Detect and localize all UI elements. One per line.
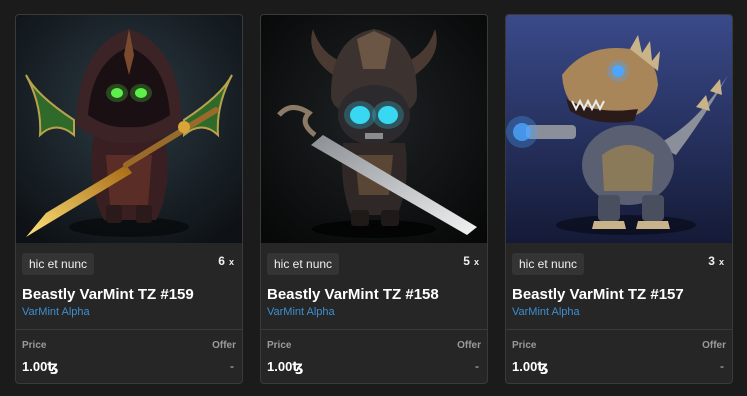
- marketplace-badge[interactable]: hic et nunc: [512, 253, 585, 275]
- horned-skull-knight-artwork: [261, 15, 487, 243]
- collection-link[interactable]: VarMint Alpha: [512, 306, 580, 318]
- nft-card[interactable]: hic et nunc 3x Beastly VarMint TZ #157 V…: [505, 14, 733, 384]
- price-value: 1.00ꜩ: [22, 359, 59, 374]
- edition-quantity: 3x: [708, 254, 724, 268]
- price-value: 1.00ꜩ: [267, 359, 304, 374]
- offer-label: Offer: [702, 340, 726, 351]
- nft-artwork[interactable]: [16, 15, 242, 243]
- quantity-value: 5: [463, 254, 470, 268]
- nft-details: hic et nunc 6x Beastly VarMint TZ #159 V…: [16, 243, 242, 383]
- nft-title[interactable]: Beastly VarMint TZ #158: [267, 286, 439, 303]
- hooded-rogue-artwork: [16, 15, 242, 243]
- price-label: Price: [512, 340, 537, 351]
- marketplace-badge[interactable]: hic et nunc: [22, 253, 95, 275]
- offer-value: -: [720, 359, 724, 373]
- price-value: 1.00ꜩ: [512, 359, 549, 374]
- marketplace-badge[interactable]: hic et nunc: [267, 253, 340, 275]
- edition-quantity: 6x: [218, 254, 234, 268]
- nft-card[interactable]: hic et nunc 5x Beastly VarMint TZ #158 V…: [260, 14, 488, 384]
- divider: [261, 329, 487, 330]
- quantity-suffix: x: [228, 257, 234, 267]
- nft-title[interactable]: Beastly VarMint TZ #159: [22, 286, 194, 303]
- divider: [506, 329, 732, 330]
- quantity-suffix: x: [718, 257, 724, 267]
- offer-value: -: [230, 359, 234, 373]
- robot-dinosaur-artwork: [506, 15, 732, 243]
- collection-link[interactable]: VarMint Alpha: [22, 306, 90, 318]
- nft-artwork[interactable]: [506, 15, 732, 243]
- offer-label: Offer: [212, 340, 236, 351]
- quantity-value: 3: [708, 254, 715, 268]
- nft-artwork[interactable]: [261, 15, 487, 243]
- nft-details: hic et nunc 5x Beastly VarMint TZ #158 V…: [261, 243, 487, 383]
- offer-label: Offer: [457, 340, 481, 351]
- price-label: Price: [22, 340, 47, 351]
- quantity-value: 6: [218, 254, 225, 268]
- collection-link[interactable]: VarMint Alpha: [267, 306, 335, 318]
- nft-details: hic et nunc 3x Beastly VarMint TZ #157 V…: [506, 243, 732, 383]
- nft-title[interactable]: Beastly VarMint TZ #157: [512, 286, 684, 303]
- nft-card[interactable]: hic et nunc 6x Beastly VarMint TZ #159 V…: [15, 14, 243, 384]
- price-label: Price: [267, 340, 292, 351]
- quantity-suffix: x: [473, 257, 479, 267]
- edition-quantity: 5x: [463, 254, 479, 268]
- divider: [16, 329, 242, 330]
- offer-value: -: [475, 359, 479, 373]
